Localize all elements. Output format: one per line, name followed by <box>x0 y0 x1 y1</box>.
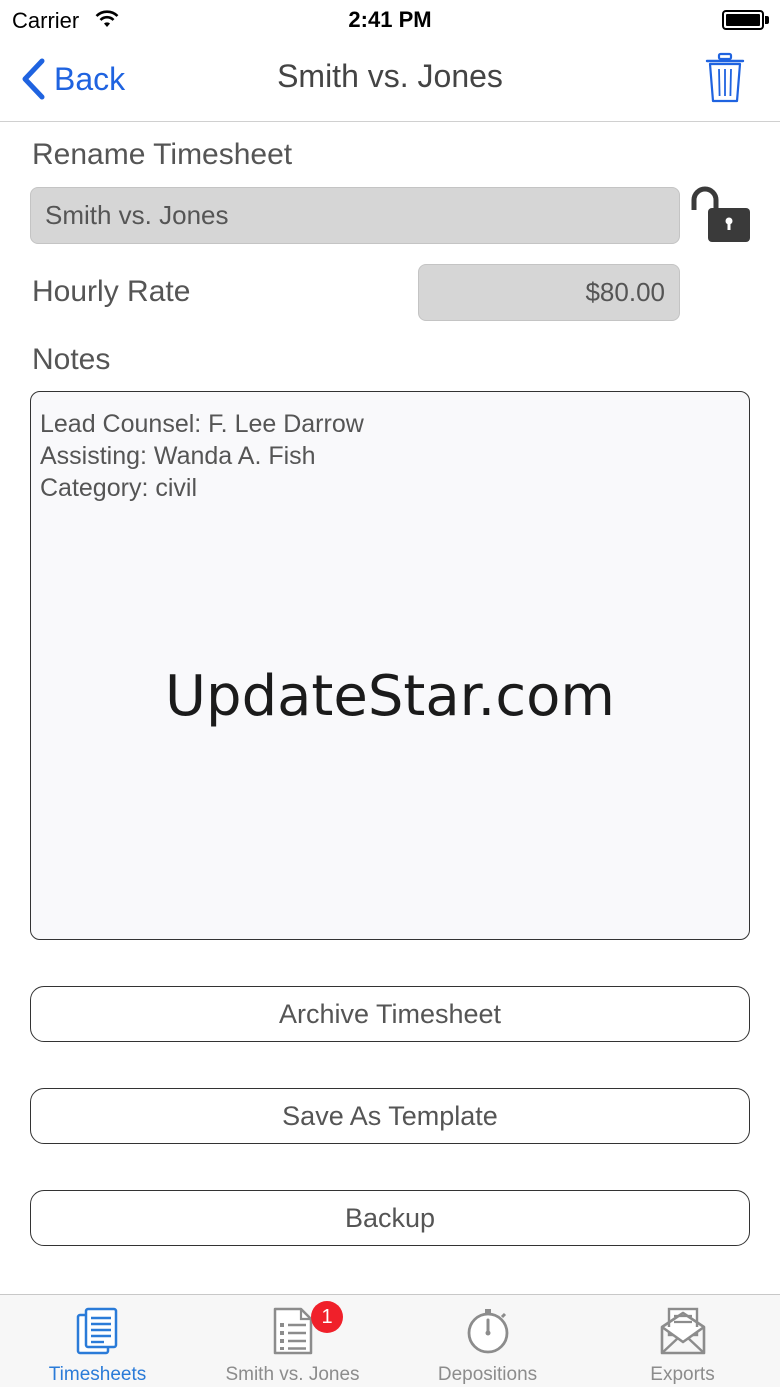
navigation-bar: Back Smith vs. Jones <box>0 40 780 122</box>
clock: 2:41 PM <box>348 7 432 32</box>
archive-timesheet-label: Archive Timesheet <box>278 998 502 1029</box>
tab-label: Depositions <box>437 1364 538 1385</box>
tab-exports[interactable]: Exports <box>585 1295 780 1387</box>
hourly-rate-value: $80.00 <box>585 277 665 307</box>
unlocked-padlock-icon[interactable] <box>686 186 752 244</box>
stopwatch-icon <box>467 1309 509 1354</box>
envelope-icon <box>660 1307 706 1355</box>
save-as-template-button[interactable]: Save As Template <box>30 1088 750 1144</box>
list-icon <box>273 1307 313 1355</box>
tab-label: Smith vs. Jones <box>225 1364 360 1385</box>
notes-line: Lead Counsel: F. Lee Darrow <box>40 410 364 438</box>
timesheet-name-field[interactable]: Smith vs. Jones <box>30 187 680 244</box>
notes-label: Notes <box>32 343 111 376</box>
tab-smith-vs-jones[interactable]: 1 Smith vs. Jones <box>195 1295 390 1387</box>
watermark-text: UpdateStar.com <box>165 664 615 729</box>
backup-button[interactable]: Backup <box>30 1190 750 1246</box>
tab-timesheets[interactable]: Timesheets <box>0 1295 195 1387</box>
hourly-rate-label: Hourly Rate <box>32 275 191 308</box>
trash-icon[interactable] <box>704 52 746 104</box>
battery-icon <box>722 10 770 30</box>
page-title: Smith vs. Jones <box>277 58 503 94</box>
tab-label: Timesheets <box>48 1364 147 1385</box>
status-bar: Carrier 2:41 PM <box>0 0 780 40</box>
timesheets-icon <box>76 1307 118 1355</box>
tab-depositions[interactable]: Depositions <box>390 1295 585 1387</box>
archive-timesheet-button[interactable]: Archive Timesheet <box>30 986 750 1042</box>
backup-label: Backup <box>344 1202 436 1233</box>
save-as-template-label: Save As Template <box>282 1100 498 1131</box>
rename-label: Rename Timesheet <box>32 138 293 171</box>
tab-bar: Timesheets 1 Smith vs. Jones Depositions <box>0 1294 780 1387</box>
timesheet-name-value: Smith vs. Jones <box>45 200 229 230</box>
notes-line: Assisting: Wanda A. Fish <box>40 442 316 470</box>
notification-badge: 1 <box>311 1301 343 1333</box>
hourly-rate-field[interactable]: $80.00 <box>418 264 680 321</box>
tab-label: Exports <box>650 1364 715 1385</box>
notes-line: Category: civil <box>40 474 197 502</box>
